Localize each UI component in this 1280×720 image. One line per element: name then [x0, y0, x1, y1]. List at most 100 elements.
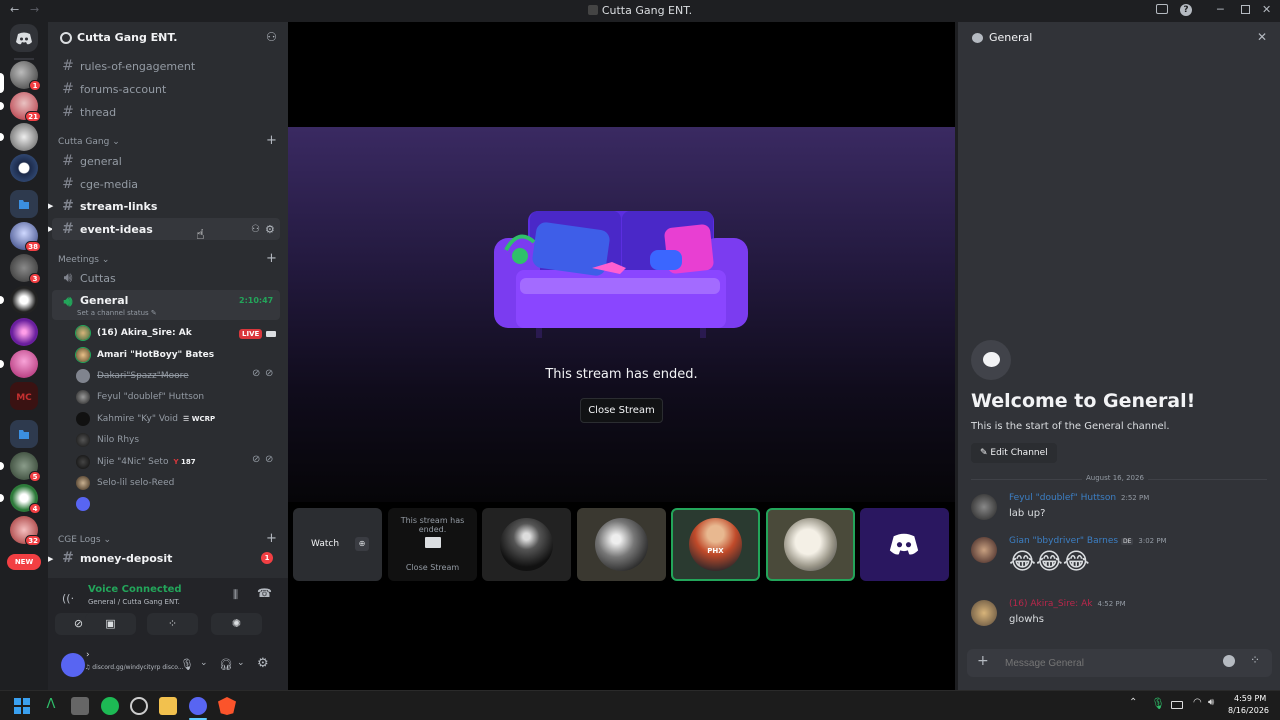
participant-tile-speaking[interactable] [766, 508, 855, 581]
disconnect-icon[interactable]: ☎ [257, 586, 272, 600]
stream-ended-banner: This stream has ended. Close Stream [288, 127, 955, 502]
create-invite-icon[interactable]: ⚇ [251, 224, 260, 235]
tile-close-stream[interactable]: Close Stream [388, 563, 477, 572]
microphone-icon[interactable]: 🎙︎ [180, 658, 194, 671]
tray-mic-icon[interactable]: 🎙︎ [1151, 697, 1165, 710]
create-channel-icon[interactable]: + [266, 133, 277, 148]
apps-icon[interactable]: ⁘ [1250, 653, 1260, 667]
taskbar-date[interactable]: 8/16/2026 [1228, 706, 1269, 715]
activities-button[interactable]: ⁘ [147, 613, 198, 635]
server-icon[interactable]: 32 [10, 516, 41, 546]
channel-thread[interactable]: # thread [52, 101, 280, 123]
channel-event-ideas[interactable]: # event-ideas ⚇ ⚙ [52, 218, 280, 240]
participant-tile[interactable] [482, 508, 571, 581]
server-icon[interactable] [10, 286, 38, 314]
channel-money-deposit[interactable]: # money-deposit 1 [52, 547, 280, 569]
discord-taskbar-icon[interactable] [189, 697, 207, 715]
voice-user[interactable]: Selo-lil selo-Reed [76, 473, 174, 493]
tray-keyboard-icon[interactable] [1171, 701, 1183, 709]
inbox-icon[interactable] [1156, 4, 1168, 14]
tray-wifi-icon[interactable]: ◠ [1193, 697, 1202, 708]
headphones-icon[interactable]: 🎧︎ [219, 658, 233, 671]
new-unreads-badge[interactable]: NEW [7, 554, 41, 570]
participant-tile[interactable] [577, 508, 666, 581]
server-icon[interactable]: 38 [10, 222, 41, 252]
file-explorer-icon[interactable] [159, 697, 177, 715]
close-window-icon[interactable]: ✕ [1262, 3, 1271, 16]
tray-volume-icon[interactable]: 🔊︎ [1208, 697, 1214, 708]
voice-user[interactable]: Dakari"Spazz"Moore [76, 366, 189, 386]
voice-user[interactable]: Nilo Rhys [76, 430, 139, 450]
create-channel-icon[interactable]: + [266, 531, 277, 546]
taskbar-time[interactable]: 4:59 PM [1234, 694, 1266, 703]
app-taskbar-icon[interactable] [71, 697, 89, 715]
voice-user[interactable]: (16) Akira_Sire: Ak [76, 323, 192, 343]
server-icon[interactable]: 21 [10, 92, 41, 122]
participant-tile[interactable] [860, 508, 949, 581]
gear-icon[interactable]: ⚙ [265, 223, 275, 236]
channel-status-hint[interactable]: Set a channel status ✎ [77, 309, 157, 317]
server-icon[interactable] [10, 318, 38, 346]
voice-user-unknown[interactable] [76, 494, 97, 514]
windows-start-icon[interactable] [13, 697, 31, 715]
server-icon[interactable] [10, 350, 38, 378]
chevron-down-icon[interactable]: ⌄ [237, 658, 245, 668]
server-icon[interactable]: 4 [10, 484, 41, 514]
minimize-icon[interactable]: ─ [1217, 3, 1224, 16]
server-icon[interactable]: 5 [10, 452, 41, 482]
server-icon[interactable]: 1 [10, 61, 41, 91]
custom-status[interactable]: ♫ discord.gg/windycityrp disco... [85, 664, 184, 671]
browser-icon[interactable] [130, 697, 148, 715]
direct-messages-button[interactable] [10, 24, 38, 52]
voice-channel-cuttas[interactable]: 🔊︎ Cuttas [52, 267, 280, 289]
voice-user[interactable]: Amari "HotBoyy" Bates [76, 345, 214, 365]
server-icon[interactable] [10, 154, 38, 182]
tray-chevron-icon[interactable]: ⌃ [1129, 697, 1137, 708]
channel-cge-media[interactable]: # cge-media [52, 173, 280, 195]
voice-location[interactable]: General / Cutta Gang ENT. [88, 598, 180, 606]
watch-preview-icon[interactable]: ⊕ [355, 537, 369, 551]
server-icon[interactable]: MC [10, 382, 38, 410]
participant-tile[interactable]: Watch ⊕ [293, 508, 382, 581]
category-meetings[interactable]: Meetings ⌄ [58, 255, 109, 265]
server-folder-icon[interactable] [10, 190, 38, 218]
share-screen-button[interactable]: ▣ [85, 613, 136, 635]
emoji-icon[interactable] [1223, 655, 1235, 667]
voice-user[interactable]: Feyul "doublef" Huttson [76, 387, 204, 407]
attach-plus-icon[interactable]: + [977, 653, 989, 669]
channel-forums-account[interactable]: # forums-account [52, 78, 280, 100]
voice-channel-general[interactable]: 🔊︎ General 2:10:47 Set a channel status ✎ [52, 290, 280, 320]
create-channel-icon[interactable]: + [266, 251, 277, 266]
watch-button[interactable]: Watch [311, 539, 339, 549]
close-stream-button[interactable]: Close Stream [580, 398, 663, 423]
maximize-icon[interactable] [1241, 5, 1250, 14]
gear-icon[interactable]: ⚙ [257, 656, 269, 671]
voice-user[interactable]: Kahmire "Ky" Void ☰ WCRP [76, 409, 215, 429]
expand-icon[interactable]: › [86, 650, 90, 660]
guild-header[interactable]: Cutta Gang ENT. ⌄ ⚇ [48, 22, 288, 56]
soundboard-button[interactable]: ✺ [211, 613, 262, 635]
avatar[interactable] [61, 653, 85, 677]
participant-tile-ended[interactable]: This stream has ended. Close Stream [388, 508, 477, 581]
noise-suppression-icon[interactable]: ⫼ [233, 588, 238, 602]
server-icon[interactable] [10, 123, 38, 151]
voice-user[interactable]: Njie "4Nic" Seto Y 187 [76, 452, 196, 472]
chevron-down-icon[interactable]: ⌄ [200, 658, 208, 668]
category-cutta-gang[interactable]: Cutta Gang ⌄ [58, 137, 120, 147]
participant-tile-speaking[interactable]: PHX [671, 508, 760, 581]
app-taskbar-icon[interactable]: Λ [42, 697, 60, 715]
voice-connected-status[interactable]: Voice Connected [88, 584, 182, 595]
channel-stream-links[interactable]: # stream-links [52, 195, 280, 217]
channel-rules-of-engagement[interactable]: # rules-of-engagement [52, 55, 280, 77]
spotify-icon[interactable] [101, 697, 119, 715]
brave-browser-icon[interactable] [218, 697, 236, 715]
invite-people-icon[interactable]: ⚇ [266, 30, 277, 44]
help-icon[interactable]: ? [1180, 4, 1192, 16]
channel-general[interactable]: # general [52, 150, 280, 172]
category-cge-logs[interactable]: CGE Logs ⌄ [58, 535, 111, 545]
close-chat-icon[interactable]: ✕ [1257, 30, 1267, 44]
message-input[interactable] [1005, 655, 1205, 671]
server-folder-icon[interactable] [10, 420, 38, 448]
server-icon[interactable]: 3 [10, 254, 41, 284]
edit-channel-button[interactable]: ✎ Edit Channel [971, 443, 1057, 463]
